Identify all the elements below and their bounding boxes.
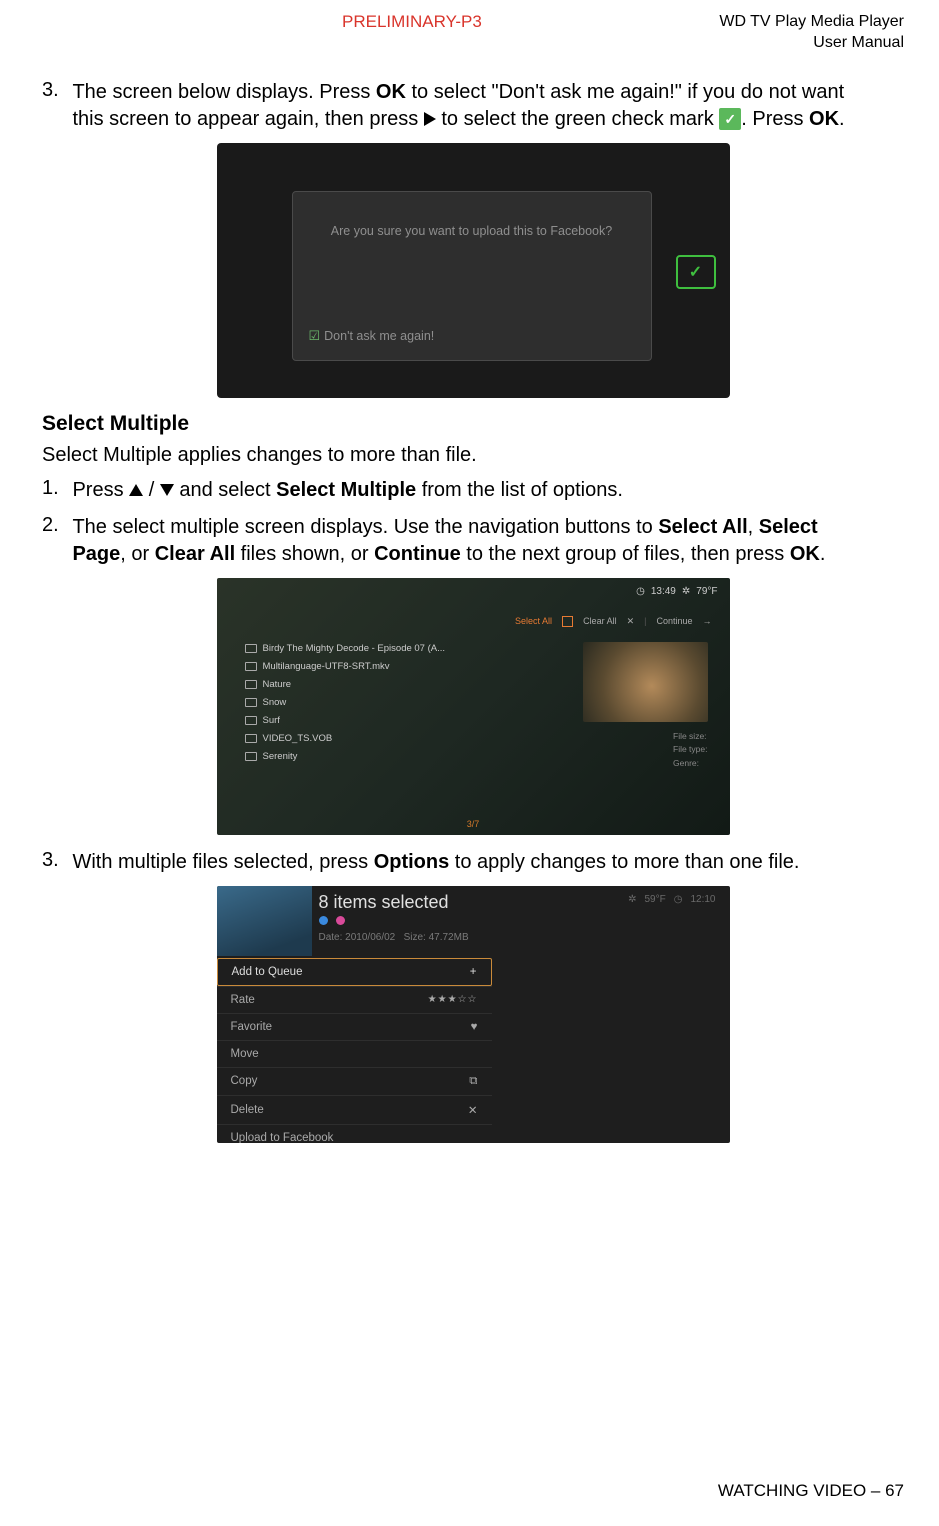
- weather-icon: ✲: [682, 586, 690, 597]
- page-footer: WATCHING VIDEO – 67: [718, 1481, 904, 1501]
- menu-item-copy[interactable]: Copy⧉: [217, 1067, 492, 1095]
- clock-icon: ◷: [674, 894, 683, 905]
- product-name: WD TV Play Media Player: [719, 12, 904, 33]
- step-text: Press / and select Select Multiple from …: [72, 477, 872, 504]
- close-icon: ✕: [468, 1103, 478, 1117]
- selection-thumbnail: [217, 886, 312, 956]
- step-number: 2.: [42, 514, 68, 537]
- preliminary-label: PRELIMINARY-P3: [342, 12, 482, 32]
- section-title: Select Multiple: [42, 412, 904, 436]
- menu-item-delete[interactable]: Delete✕: [217, 1095, 492, 1124]
- file-metadata: File size: File type: Genre:: [673, 730, 708, 771]
- continue-button[interactable]: Continue: [656, 616, 692, 626]
- continue-arrow-icon: →: [703, 616, 712, 626]
- step-1: 1. Press / and select Select Multiple fr…: [42, 477, 904, 504]
- step-text: The screen below displays. Press OK to s…: [72, 79, 872, 133]
- dot-icon: [319, 916, 328, 925]
- video-icon: [245, 734, 257, 743]
- confirm-question: Are you sure you want to upload this to …: [293, 224, 651, 238]
- status-bar: ✲59°F ◷12:10: [628, 894, 715, 905]
- video-icon: [245, 644, 257, 653]
- header-right: WD TV Play Media Player User Manual: [719, 12, 904, 54]
- temp-value: 79°F: [696, 586, 717, 597]
- list-item[interactable]: Multilanguage-UTF8-SRT.mkv: [245, 658, 446, 676]
- selection-info: Date: 2010/06/02 Size: 47.72MB: [319, 932, 469, 943]
- menu-item-upload-facebook[interactable]: Upload to Facebook: [217, 1124, 492, 1143]
- plus-icon: +: [470, 966, 477, 978]
- doc-type: User Manual: [719, 33, 904, 54]
- checkbox-icon: ☑: [309, 328, 321, 343]
- video-icon: [245, 752, 257, 761]
- select-all-icon: [562, 616, 573, 627]
- clear-all-button[interactable]: Clear All: [583, 616, 617, 626]
- file-list: Birdy The Mighty Decode - Episode 07 (A.…: [245, 640, 446, 766]
- status-bar: ◷ 13:49 ✲ 79°F: [636, 586, 717, 597]
- clock-icon: ◷: [636, 586, 645, 597]
- step-number: 1.: [42, 477, 68, 500]
- down-arrow-icon: [160, 484, 174, 496]
- screenshot-facebook-confirm: Are you sure you want to upload this to …: [217, 143, 730, 398]
- page-header: PRELIMINARY-P3 WD TV Play Media Player U…: [42, 12, 904, 54]
- confirm-check-button[interactable]: ✓: [676, 255, 716, 289]
- time-value: 13:49: [651, 586, 676, 597]
- list-item[interactable]: Birdy The Mighty Decode - Episode 07 (A.…: [245, 640, 446, 658]
- menu-item-add-to-queue[interactable]: Add to Queue+: [217, 958, 492, 986]
- clear-all-icon: ✕: [627, 616, 635, 627]
- options-menu: Add to Queue+ Rate★★★☆☆ Favorite♥ Move C…: [217, 958, 492, 1143]
- dot-icon: [336, 916, 345, 925]
- list-item[interactable]: Snow: [245, 694, 446, 712]
- action-bar: Select All Clear All ✕ | Continue →: [515, 616, 711, 627]
- section-intro: Select Multiple applies changes to more …: [42, 444, 904, 467]
- stars-icon: ★★★☆☆: [428, 994, 478, 1005]
- weather-icon: ✲: [628, 894, 636, 905]
- video-icon: [245, 680, 257, 689]
- page-indicator: 3/7: [467, 819, 480, 829]
- video-icon: [245, 662, 257, 671]
- step-text: With multiple files selected, press Opti…: [72, 849, 872, 876]
- screenshot-options-menu: 8 items selected Date: 2010/06/02 Size: …: [217, 886, 730, 1143]
- select-all-button[interactable]: Select All: [515, 616, 552, 626]
- video-icon: [245, 698, 257, 707]
- list-item[interactable]: VIDEO_TS.VOB: [245, 730, 446, 748]
- video-icon: [245, 716, 257, 725]
- step-number: 3.: [42, 79, 68, 102]
- step-3-bottom: 3. With multiple files selected, press O…: [42, 849, 904, 876]
- play-icon: [424, 112, 436, 126]
- heart-icon: ♥: [471, 1021, 478, 1033]
- dont-ask-checkbox[interactable]: ☑Don't ask me again!: [309, 328, 435, 344]
- list-item[interactable]: Nature: [245, 676, 446, 694]
- step-number: 3.: [42, 849, 68, 872]
- menu-item-favorite[interactable]: Favorite♥: [217, 1013, 492, 1040]
- step-2: 2. The select multiple screen displays. …: [42, 514, 904, 568]
- step-text: The select multiple screen displays. Use…: [72, 514, 872, 568]
- list-item[interactable]: Serenity: [245, 748, 446, 766]
- list-item[interactable]: Surf: [245, 712, 446, 730]
- step-3-top: 3. The screen below displays. Press OK t…: [42, 79, 904, 133]
- menu-item-move[interactable]: Move: [217, 1040, 492, 1067]
- check-icon: ✓: [719, 108, 741, 130]
- menu-item-rate[interactable]: Rate★★★☆☆: [217, 986, 492, 1013]
- screenshot-select-multiple: ◷ 13:49 ✲ 79°F Select All Clear All ✕ | …: [217, 578, 730, 835]
- copy-icon: ⧉: [469, 1075, 477, 1088]
- up-arrow-icon: [129, 484, 143, 496]
- selection-title: 8 items selected: [319, 892, 449, 913]
- thumbnail-preview: [583, 642, 708, 722]
- status-dots: [319, 916, 345, 925]
